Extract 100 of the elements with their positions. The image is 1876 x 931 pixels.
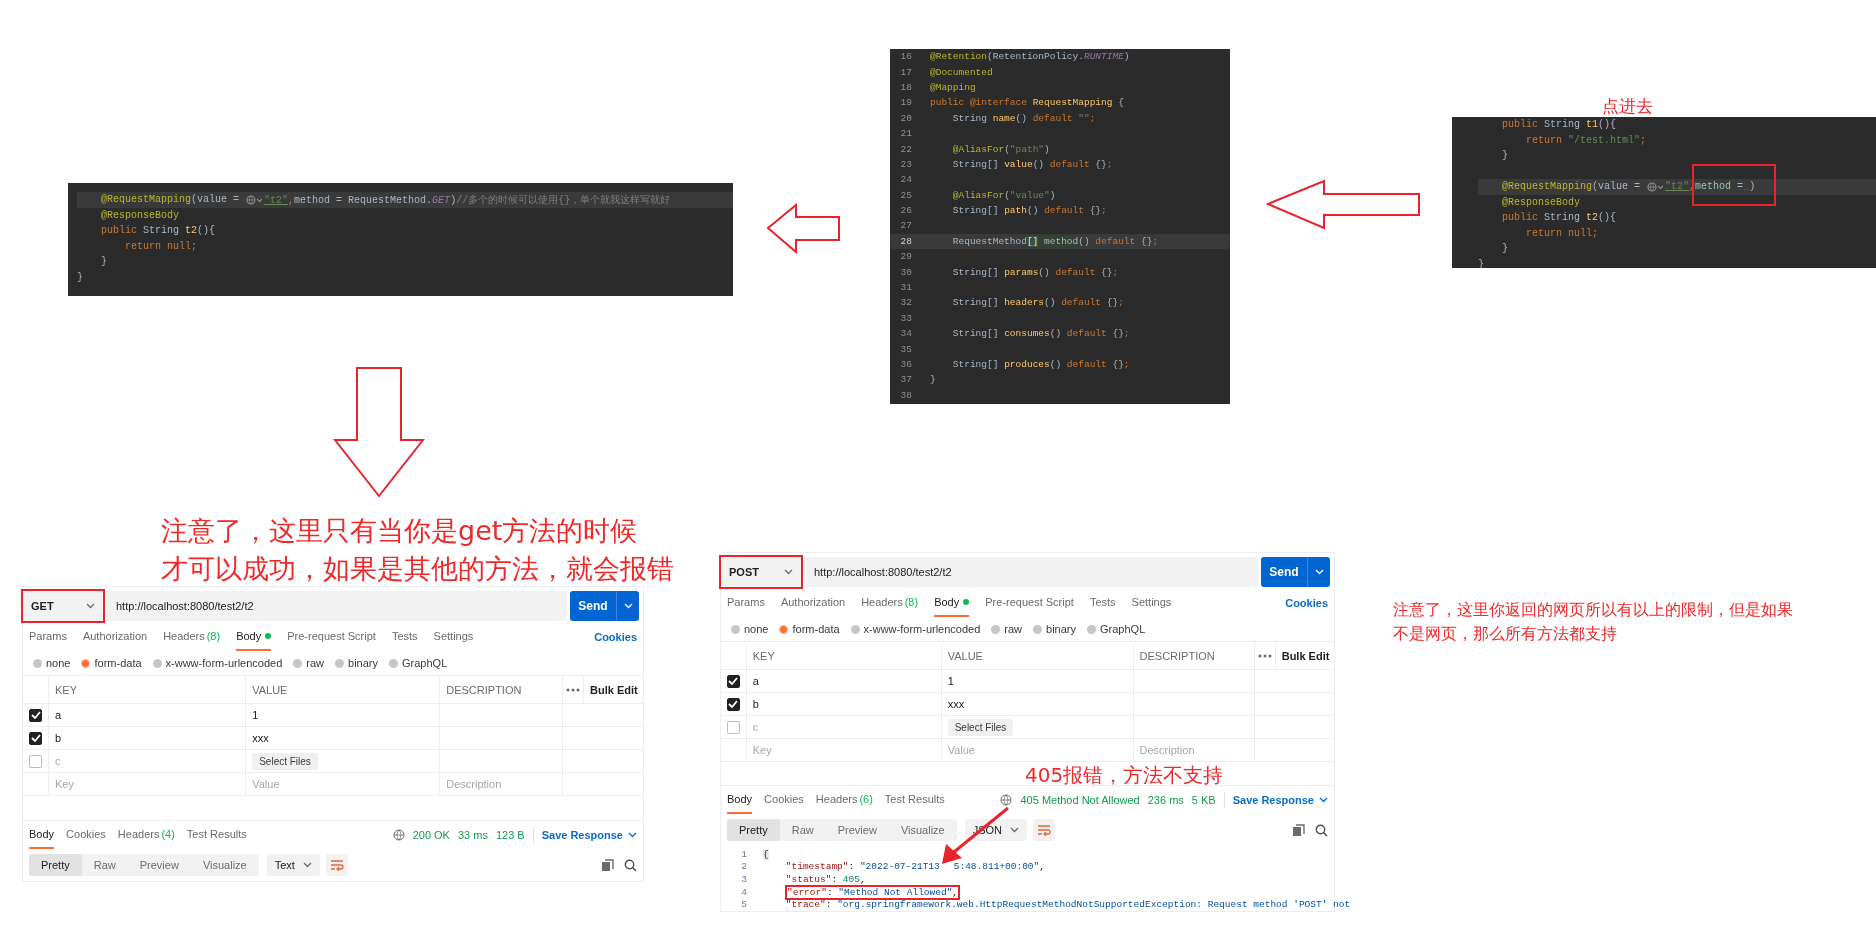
send-button[interactable]: Send: [570, 591, 616, 621]
radio-option[interactable]: raw: [991, 623, 1023, 635]
copy-icon[interactable]: [1292, 823, 1305, 837]
tab[interactable]: Headers (6): [815, 786, 873, 815]
tab[interactable]: Pre-request Script: [985, 589, 1074, 617]
view-tab[interactable]: Preview: [127, 854, 191, 876]
globe-icon[interactable]: [392, 829, 405, 841]
tab[interactable]: Settings: [433, 623, 474, 651]
description-field[interactable]: Description: [446, 778, 551, 790]
line-number: 23: [899, 158, 913, 170]
tab[interactable]: Body: [29, 821, 55, 849]
checkbox[interactable]: [29, 754, 42, 768]
view-tab[interactable]: Pretty: [727, 819, 780, 842]
tab[interactable]: Settings: [1131, 589, 1172, 617]
view-tab[interactable]: Visualize: [888, 819, 957, 842]
tab[interactable]: Body: [236, 623, 272, 651]
note-text: 不是网页，那么所有方法都支持: [1393, 623, 1617, 645]
method-dropdown[interactable]: GET: [23, 591, 103, 621]
view-tab[interactable]: Raw: [779, 819, 826, 842]
code-text: {: [763, 848, 769, 860]
radio-option[interactable]: GraphQL: [1087, 623, 1146, 635]
key-field[interactable]: Key: [55, 778, 227, 790]
more-icon[interactable]: [1257, 653, 1272, 658]
tab[interactable]: Authorization: [82, 623, 148, 651]
tab[interactable]: Tests: [391, 623, 418, 651]
code-text: }: [1501, 243, 1509, 255]
line-number: 36: [899, 359, 913, 370]
value-field[interactable]: Value: [947, 744, 1114, 756]
view-tab[interactable]: Raw: [81, 854, 128, 876]
description-field[interactable]: Description: [1139, 744, 1243, 756]
line-number: 17: [899, 66, 913, 78]
tab[interactable]: Headers (4): [117, 821, 175, 849]
radio-option[interactable]: binary: [1033, 623, 1077, 635]
globe-icon[interactable]: [1000, 794, 1013, 807]
copy-icon[interactable]: [601, 858, 614, 872]
tab[interactable]: Headers (8): [163, 623, 221, 651]
checkbox[interactable]: [29, 731, 42, 745]
radio-option[interactable]: form-data: [81, 657, 142, 669]
search-icon[interactable]: [1315, 823, 1328, 837]
code-text: "trace": "org.springframework.web.HttpRequestMethodNotSupportedException: Request method 'POST' not: [784, 899, 1351, 911]
checkbox[interactable]: [726, 720, 740, 734]
view-tab[interactable]: Pretty: [29, 854, 82, 876]
code-text: return "/test.html";: [1525, 134, 1648, 146]
tab[interactable]: Tests: [1089, 589, 1116, 617]
line-number: 31: [899, 282, 913, 294]
cookies-link[interactable]: Cookies: [1285, 597, 1328, 609]
wrap-button[interactable]: [325, 854, 348, 876]
note-text: 405报错，方法不支持: [1025, 762, 1224, 789]
cookies-link[interactable]: Cookies: [594, 631, 637, 643]
search-icon[interactable]: [624, 858, 637, 872]
view-tab[interactable]: Visualize: [190, 854, 259, 876]
radio-option[interactable]: none: [33, 657, 71, 669]
tab[interactable]: Params: [29, 623, 67, 651]
view-tab[interactable]: Preview: [825, 819, 889, 842]
wrap-button[interactable]: [1033, 819, 1056, 842]
radio-option[interactable]: none: [731, 623, 769, 635]
radio-option[interactable]: x-www-form-urlencoded: [152, 657, 283, 669]
value-field[interactable]: Value: [252, 778, 421, 790]
url-field[interactable]: http://localhost:8080/test2/t2: [804, 557, 1258, 587]
format-dropdown[interactable]: Text: [266, 854, 320, 876]
tab[interactable]: Test Results: [884, 786, 945, 815]
radio-option[interactable]: GraphQL: [389, 657, 448, 669]
key-field[interactable]: Key: [752, 744, 922, 756]
select-files-button[interactable]: Select Files: [252, 752, 318, 770]
radio-option[interactable]: form-data: [779, 623, 840, 635]
globe-icon[interactable]: [1647, 181, 1665, 192]
line-number: 1: [740, 848, 748, 860]
column-header: DESCRIPTION: [440, 676, 563, 704]
radio-option[interactable]: binary: [335, 657, 379, 669]
tab[interactable]: Pre-request Script: [287, 623, 376, 651]
checkbox[interactable]: [726, 697, 740, 711]
tab[interactable]: Headers (8): [861, 589, 919, 617]
send-button[interactable]: Send: [1261, 557, 1307, 587]
save-response-link[interactable]: Save Response: [541, 829, 637, 841]
line-number: 5: [740, 899, 748, 911]
more-icon[interactable]: [566, 687, 580, 692]
code-text: String[] params() default {};: [951, 266, 1120, 278]
tab[interactable]: Body: [934, 589, 970, 617]
bulk-edit-link[interactable]: Bulk Edit: [584, 676, 643, 704]
tab[interactable]: Cookies: [764, 786, 804, 815]
code-text: @Mapping: [930, 81, 977, 93]
checkbox[interactable]: [726, 674, 740, 688]
select-files-button[interactable]: Select Files: [947, 718, 1014, 736]
radio-option[interactable]: raw: [293, 657, 325, 669]
tab[interactable]: Cookies: [66, 821, 106, 849]
table-cell: c: [746, 716, 942, 739]
tab[interactable]: Test Results: [186, 821, 247, 849]
save-response-link[interactable]: Save Response: [1232, 794, 1328, 807]
code-text: }: [1501, 150, 1509, 162]
tab[interactable]: Authorization: [780, 589, 846, 617]
bulk-edit-link[interactable]: Bulk Edit: [1275, 642, 1334, 670]
checkbox[interactable]: [29, 708, 42, 722]
url-field[interactable]: http://localhost:8080/test2/t2: [106, 591, 567, 621]
status-text: 200 OK: [412, 829, 450, 841]
radio-option[interactable]: x-www-form-urlencoded: [850, 623, 981, 635]
tab[interactable]: Body: [727, 786, 753, 815]
tab[interactable]: Params: [727, 589, 765, 617]
method-dropdown[interactable]: POST: [721, 557, 801, 587]
globe-icon[interactable]: [246, 194, 264, 205]
check-icon: [30, 734, 41, 742]
